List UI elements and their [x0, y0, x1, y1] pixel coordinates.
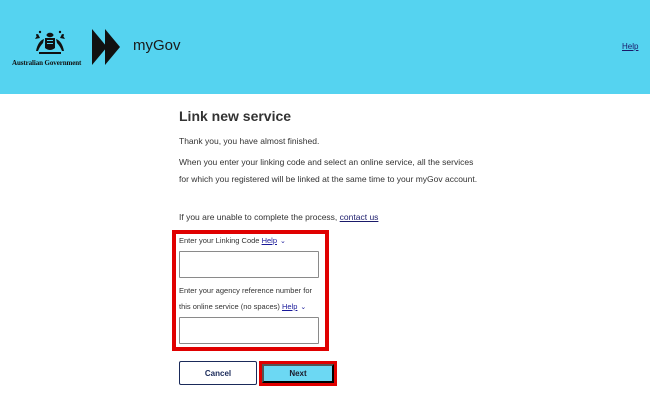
linking-code-help-link[interactable]: Help: [262, 236, 277, 245]
agency-ref-label-line2: this online service (no spaces) Help ⌄: [179, 298, 306, 316]
gov-label: Australian Government: [12, 59, 82, 67]
chevron-down-icon[interactable]: ⌄: [280, 233, 286, 250]
page-title: Link new service: [179, 108, 292, 124]
next-button[interactable]: Next: [262, 364, 334, 383]
linking-code-label-text: Enter your Linking Code: [179, 236, 260, 245]
cancel-button[interactable]: Cancel: [179, 361, 257, 385]
contact-us-link[interactable]: contact us: [340, 212, 379, 222]
intro-text: Thank you, you have almost finished.: [179, 136, 320, 146]
unable-text: If you are unable to complete the proces…: [179, 209, 479, 226]
linking-code-input[interactable]: [179, 251, 319, 278]
agency-ref-input[interactable]: [179, 317, 319, 344]
agency-ref-label-line1: Enter your agency reference number for: [179, 286, 312, 295]
agency-ref-help-link[interactable]: Help: [282, 302, 297, 311]
mygov-logo-icon[interactable]: [92, 29, 128, 65]
site-header: Australian Government myGov Help: [0, 0, 650, 94]
description-text: When you enter your linking code and sel…: [179, 157, 478, 184]
header-help-link[interactable]: Help: [622, 42, 638, 51]
unable-text-label: If you are unable to complete the proces…: [179, 212, 338, 222]
coat-of-arms-icon: [35, 30, 65, 54]
agency-ref-label-text: this online service (no spaces): [179, 302, 280, 311]
linking-code-label: Enter your Linking Code Help ⌄: [179, 232, 286, 250]
brand-name: myGov: [133, 37, 181, 54]
chevron-down-icon[interactable]: ⌄: [300, 299, 306, 316]
australian-government-logo[interactable]: Australian Government: [12, 29, 86, 69]
